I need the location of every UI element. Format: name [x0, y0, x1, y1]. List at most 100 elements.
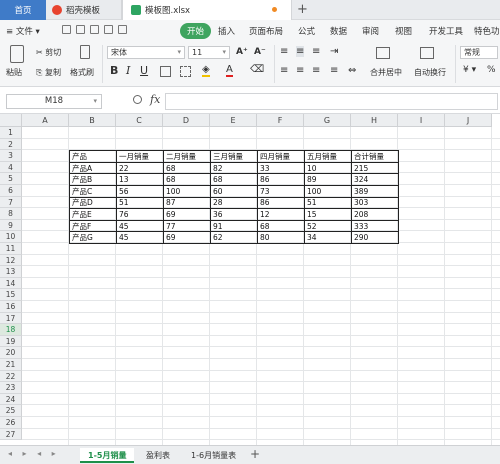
copy-button[interactable]: ⎘ 复制 — [36, 67, 61, 78]
table-cell[interactable]: 22 — [116, 161, 164, 175]
row-header[interactable]: 12 — [0, 254, 22, 267]
paste-icon[interactable] — [10, 45, 24, 63]
table-cell[interactable]: 15 — [304, 208, 352, 221]
percent-button[interactable]: % — [487, 65, 496, 75]
align-center-icon[interactable]: ≡ — [296, 65, 304, 76]
table-header-cell[interactable]: 一月销量 — [116, 150, 164, 163]
table-cell[interactable]: 68 — [163, 161, 211, 175]
table-cell[interactable]: 86 — [257, 196, 305, 210]
table-cell[interactable]: 产品B — [69, 173, 117, 186]
sheet-tab[interactable]: 1-6月销量表 — [183, 448, 244, 463]
cut-button[interactable]: ✂ 剪切 — [36, 47, 61, 58]
table-cell[interactable]: 68 — [163, 173, 211, 186]
function-icon[interactable]: fx — [150, 93, 160, 106]
row-header[interactable]: 18 — [0, 324, 22, 336]
tab-home[interactable]: 首页 — [0, 0, 46, 20]
table-cell[interactable]: 产品E — [69, 208, 117, 221]
table-cell[interactable]: 91 — [210, 219, 258, 233]
align-top-icon[interactable]: ≡ — [280, 46, 288, 57]
table-cell[interactable]: 56 — [116, 184, 164, 198]
format-painter-icon[interactable] — [80, 45, 90, 59]
table-cell[interactable]: 45 — [116, 231, 164, 244]
table-cell[interactable]: 87 — [163, 196, 211, 210]
column-header[interactable]: A — [22, 114, 69, 127]
row-header[interactable]: 15 — [0, 289, 22, 301]
row-header[interactable]: 19 — [0, 335, 22, 348]
row-header[interactable]: 24 — [0, 393, 22, 406]
table-cell[interactable]: 51 — [304, 196, 352, 210]
menu-start[interactable]: 开始 — [180, 23, 212, 39]
indent-icon[interactable]: ⇥ — [330, 46, 338, 57]
table-cell[interactable]: 34 — [304, 231, 352, 244]
row-header[interactable]: 7 — [0, 196, 22, 209]
currency-button[interactable]: ¥ ▾ — [463, 65, 476, 75]
table-header-cell[interactable]: 五月销量 — [304, 150, 352, 163]
wrap-text-label[interactable]: 自动换行 — [414, 67, 446, 78]
font-name-select[interactable]: 宋体 ▾ — [107, 46, 185, 59]
format-painter-label[interactable]: 格式刷 — [70, 67, 94, 78]
row-header[interactable]: 23 — [0, 382, 22, 394]
table-cell[interactable]: 69 — [163, 231, 211, 244]
underline-button[interactable]: U — [140, 64, 148, 77]
merge-border-icon[interactable] — [180, 66, 191, 77]
column-header[interactable]: C — [116, 114, 163, 127]
align-middle-icon[interactable]: ≡ — [296, 46, 305, 57]
save-icon[interactable] — [62, 25, 71, 34]
menu-view[interactable]: 视图 — [395, 25, 412, 37]
row-header[interactable]: 5 — [0, 173, 22, 185]
row-header[interactable]: 11 — [0, 243, 22, 255]
column-header[interactable]: H — [351, 114, 398, 127]
table-cell[interactable]: 76 — [116, 208, 164, 221]
menu-formula[interactable]: 公式 — [298, 25, 315, 37]
formula-input[interactable] — [165, 93, 498, 110]
row-header[interactable]: 22 — [0, 370, 22, 383]
border-icon[interactable] — [160, 66, 171, 77]
table-cell[interactable]: 62 — [210, 231, 258, 244]
row-header[interactable]: 14 — [0, 277, 22, 290]
table-cell[interactable]: 303 — [351, 196, 399, 210]
undo-icon[interactable] — [104, 25, 113, 34]
new-tab-button[interactable]: + — [297, 2, 308, 17]
name-box[interactable]: M18 ▾ — [6, 94, 102, 109]
table-cell[interactable]: 产品C — [69, 184, 117, 198]
table-cell[interactable]: 389 — [351, 184, 399, 198]
fill-color-icon[interactable]: ◈ — [202, 64, 210, 77]
zoom-icon[interactable] — [133, 95, 142, 104]
table-cell[interactable]: 80 — [257, 231, 305, 244]
table-header-cell[interactable]: 三月销量 — [210, 150, 258, 163]
menu-special[interactable]: 特色功 — [474, 25, 500, 37]
column-header[interactable]: E — [210, 114, 257, 127]
row-header[interactable]: 3 — [0, 150, 22, 162]
menu-data[interactable]: 数据 — [330, 25, 347, 37]
column-header[interactable]: B — [69, 114, 116, 127]
increase-font-icon[interactable]: A⁺ — [236, 47, 248, 57]
column-header[interactable]: D — [163, 114, 210, 127]
add-sheet-button[interactable]: + — [250, 447, 260, 461]
row-header[interactable]: 1 — [0, 127, 22, 139]
table-cell[interactable]: 52 — [304, 219, 352, 233]
align-bottom-icon[interactable]: ≡ — [312, 46, 320, 57]
table-cell[interactable]: 产品A — [69, 161, 117, 175]
table-cell[interactable]: 208 — [351, 208, 399, 221]
column-header[interactable]: G — [304, 114, 351, 127]
row-header[interactable]: 20 — [0, 347, 22, 359]
table-cell[interactable]: 89 — [304, 173, 352, 186]
table-cell[interactable]: 45 — [116, 219, 164, 233]
print-icon[interactable] — [76, 25, 85, 34]
table-cell[interactable]: 215 — [351, 161, 399, 175]
column-header[interactable]: I — [398, 114, 445, 127]
distribute-icon[interactable]: ⇔ — [348, 65, 356, 76]
row-header[interactable]: 13 — [0, 266, 22, 278]
table-cell[interactable]: 33 — [257, 161, 305, 175]
table-header-cell[interactable]: 产品 — [69, 150, 117, 163]
tab-file[interactable]: 模板图.xlsx — [122, 0, 292, 20]
table-cell[interactable]: 68 — [210, 173, 258, 186]
row-header[interactable]: 10 — [0, 231, 22, 243]
row-header[interactable]: 25 — [0, 405, 22, 417]
decrease-font-icon[interactable]: A⁻ — [254, 47, 266, 57]
sheet-nav-arrows-icon[interactable]: ◂ ▸ ◂ ▸ — [8, 449, 60, 458]
print-preview-icon[interactable] — [90, 25, 99, 34]
table-cell[interactable]: 333 — [351, 219, 399, 233]
table-cell[interactable]: 77 — [163, 219, 211, 233]
merge-center-label[interactable]: 合并居中 — [370, 67, 402, 78]
